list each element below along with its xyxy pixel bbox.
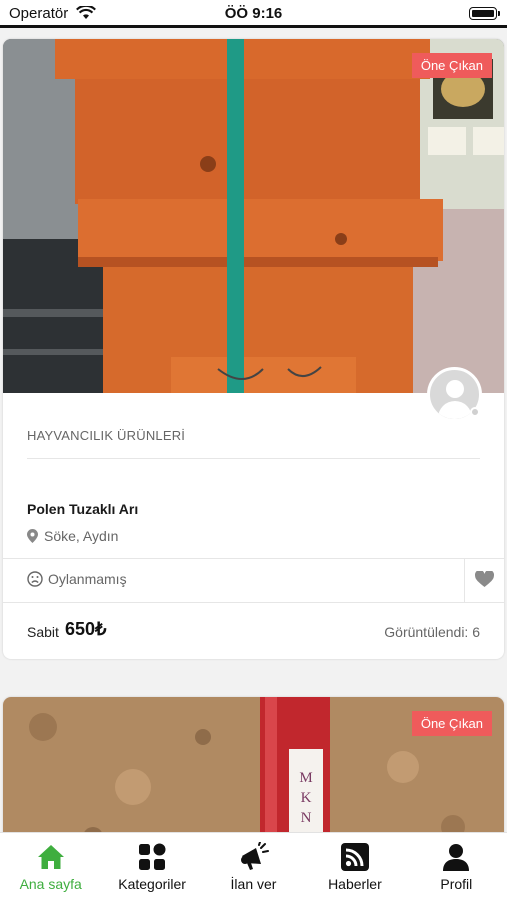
clock: ÖÖ 9:16 bbox=[224, 5, 283, 22]
location-text: Söke, Aydın bbox=[44, 528, 119, 544]
location-pin-icon bbox=[27, 529, 38, 543]
listing-category[interactable]: HAYVANCILIK ÜRÜNLERİ bbox=[27, 428, 185, 443]
user-icon bbox=[443, 844, 470, 871]
listing-photo[interactable]: M K N Öne Çıkan bbox=[3, 697, 504, 832]
rss-icon bbox=[340, 843, 369, 871]
listing-card[interactable]: M K N Öne Çıkan bbox=[3, 697, 504, 832]
grid-icon bbox=[139, 843, 166, 870]
featured-badge: Öne Çıkan bbox=[411, 53, 492, 78]
view-count: Görüntülendi: 6 bbox=[384, 624, 480, 640]
avatar-head bbox=[446, 380, 464, 398]
tab-label: İlan ver bbox=[230, 876, 277, 892]
price: 650₺ bbox=[65, 619, 107, 639]
svg-text:N: N bbox=[301, 810, 312, 826]
divider bbox=[464, 558, 465, 602]
featured-badge: Öne Çıkan bbox=[411, 711, 492, 736]
battery-icon bbox=[469, 7, 500, 20]
divider bbox=[3, 602, 504, 603]
tab-post-ad[interactable]: İlan ver bbox=[203, 833, 304, 900]
sad-face-icon bbox=[27, 571, 43, 587]
svg-text:M: M bbox=[299, 770, 312, 786]
megaphone-icon bbox=[240, 842, 269, 870]
tab-home[interactable]: Ana sayfa bbox=[0, 833, 101, 900]
rating-text: Oylanmamış bbox=[48, 571, 127, 587]
favorite-heart-icon[interactable] bbox=[475, 571, 494, 588]
listing-title[interactable]: Polen Tuzaklı Arı bbox=[27, 501, 138, 517]
listing-feed[interactable]: Öne Çıkan HAYVANCILIK ÜRÜNLERİ Polen Tuz… bbox=[0, 31, 507, 832]
tab-profile[interactable]: Profil bbox=[406, 833, 507, 900]
beehive-image bbox=[3, 39, 504, 393]
divider bbox=[3, 558, 504, 559]
tab-categories[interactable]: Kategoriler bbox=[101, 833, 202, 900]
listing-photo[interactable]: Öne Çıkan bbox=[3, 39, 504, 393]
home-icon bbox=[37, 845, 64, 869]
rating-row: Oylanmamış bbox=[27, 571, 127, 587]
listing-location: Söke, Aydın bbox=[27, 528, 118, 544]
listing-card[interactable]: Öne Çıkan HAYVANCILIK ÜRÜNLERİ Polen Tuz… bbox=[3, 39, 504, 659]
tab-label: Haberler bbox=[328, 876, 382, 892]
avatar-body bbox=[438, 401, 472, 419]
svg-text:K: K bbox=[301, 790, 312, 806]
tab-news[interactable]: Haberler bbox=[304, 833, 405, 900]
tab-label: Profil bbox=[440, 876, 473, 892]
status-bar: Operatör ÖÖ 9:16 bbox=[0, 0, 507, 28]
tab-label: Kategoriler bbox=[118, 876, 186, 892]
price-type: Sabit bbox=[27, 624, 59, 640]
bottom-tab-bar: Ana sayfa Kategoriler İlan ver Haberler bbox=[0, 832, 507, 900]
divider bbox=[27, 458, 480, 459]
tab-label: Ana sayfa bbox=[19, 876, 82, 892]
online-status-dot bbox=[470, 407, 480, 417]
